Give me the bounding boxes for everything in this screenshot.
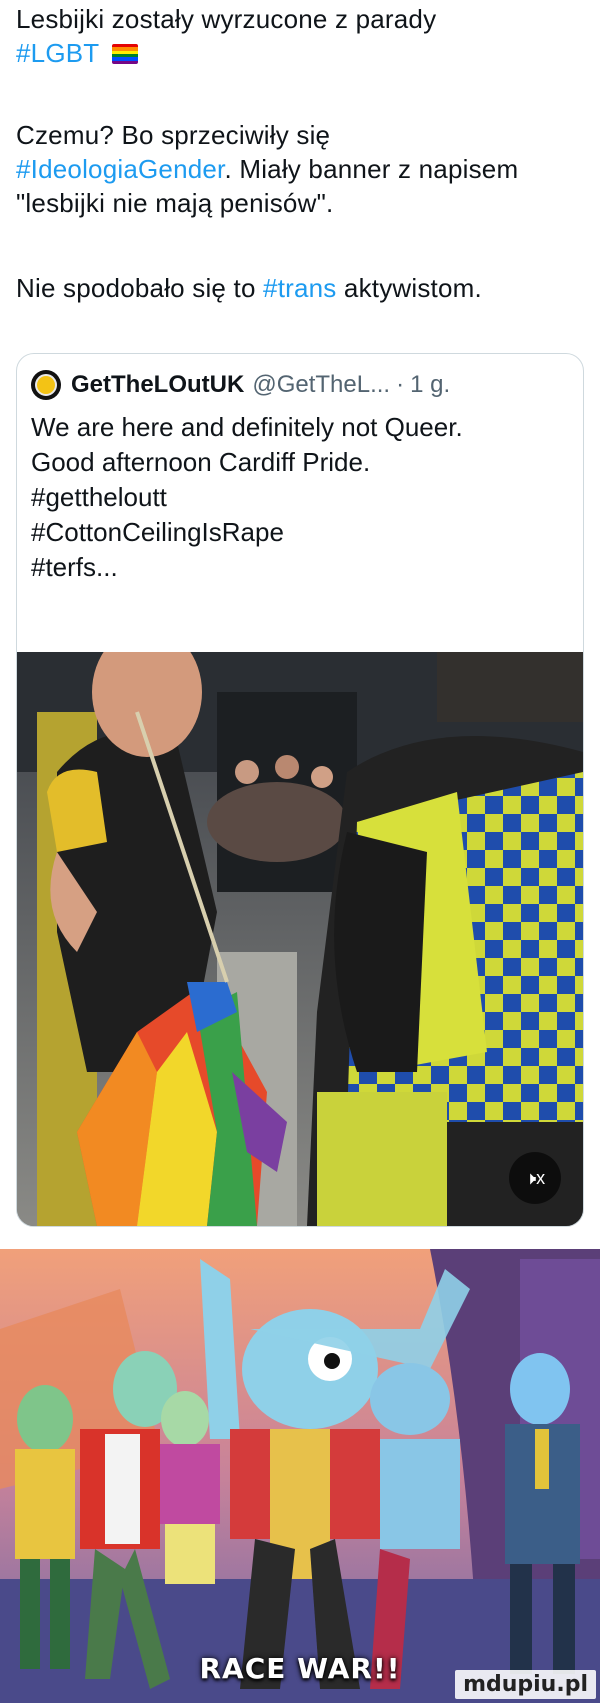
tweet-paragraph-1: Lesbijki zostały wyrzucone z parady #LGB…: [16, 2, 584, 70]
tweet-text-why: Czemu? Bo sprzeciwiły się: [16, 120, 331, 150]
tweet-text-line1: Lesbijki zostały wyrzucone z parady: [16, 4, 437, 34]
avatar[interactable]: [31, 370, 61, 400]
quoted-tweet-header: GetTheLOutUK @GetTheL... · 1 g.: [31, 368, 450, 402]
cartoon-image: [0, 1249, 600, 1703]
separator-dot: ·: [396, 371, 405, 398]
rainbow-flag-icon: [112, 44, 139, 64]
video-frame-image: [17, 652, 583, 1226]
meme-image: RACE WAR!! mdupiu.pl: [0, 1249, 600, 1703]
quoted-author-handle[interactable]: @GetTheL...: [252, 371, 390, 399]
tweet-paragraph-2: Czemu? Bo sprzeciwiły się #IdeologiaGend…: [16, 118, 584, 220]
quoted-author-name[interactable]: GetTheLOutUK: [71, 371, 244, 399]
quoted-tweet-text: We are here and definitely not Queer. Go…: [31, 412, 463, 582]
watermark: mdupiu.pl: [455, 1670, 596, 1699]
hashtag-trans[interactable]: #trans: [263, 273, 336, 303]
tweet-text-activists: aktywistom.: [336, 273, 482, 303]
tweet-text-dislike: Nie spodobało się to: [16, 273, 264, 303]
hashtag-lgbt[interactable]: #LGBT: [16, 38, 99, 68]
quoted-tweet-time[interactable]: 1 g.: [410, 371, 450, 399]
quoted-tweet[interactable]: GetTheLOutUK @GetTheL... · 1 g. We are h…: [16, 353, 584, 1227]
tweet-paragraph-3: Nie spodobało się to #trans aktywistom.: [16, 271, 584, 305]
mute-speaker-icon[interactable]: 🕨x: [509, 1152, 561, 1204]
quoted-tweet-video[interactable]: 🕨x: [17, 652, 583, 1226]
hashtag-ideologiagender[interactable]: #IdeologiaGender: [16, 154, 224, 184]
